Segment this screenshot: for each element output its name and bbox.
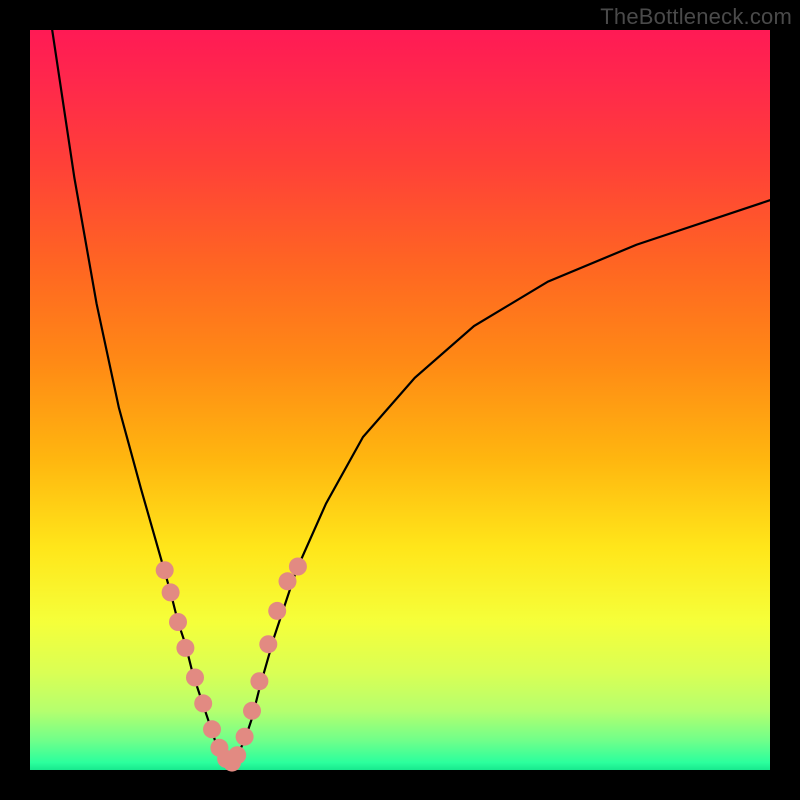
- scatter-dot: [194, 694, 212, 712]
- scatter-dot: [289, 558, 307, 576]
- scatter-dot: [186, 669, 204, 687]
- scatter-dot: [228, 746, 246, 764]
- curve-right-branch: [230, 200, 770, 762]
- watermark-label: TheBottleneck.com: [600, 4, 792, 30]
- scatter-dot: [176, 639, 194, 657]
- curve-layer: [30, 30, 770, 770]
- scatter-dot: [156, 561, 174, 579]
- scatter-dot: [162, 583, 180, 601]
- plot-area: [30, 30, 770, 770]
- scatter-dot: [203, 720, 221, 738]
- scatter-dot: [236, 728, 254, 746]
- scatter-dot: [279, 572, 297, 590]
- scatter-dot: [243, 702, 261, 720]
- chart-frame: TheBottleneck.com: [0, 0, 800, 800]
- scatter-dot: [169, 613, 187, 631]
- scatter-dots: [156, 558, 307, 772]
- scatter-dot: [250, 672, 268, 690]
- scatter-dot: [259, 635, 277, 653]
- scatter-dot: [268, 602, 286, 620]
- curve-left-branch: [52, 30, 230, 763]
